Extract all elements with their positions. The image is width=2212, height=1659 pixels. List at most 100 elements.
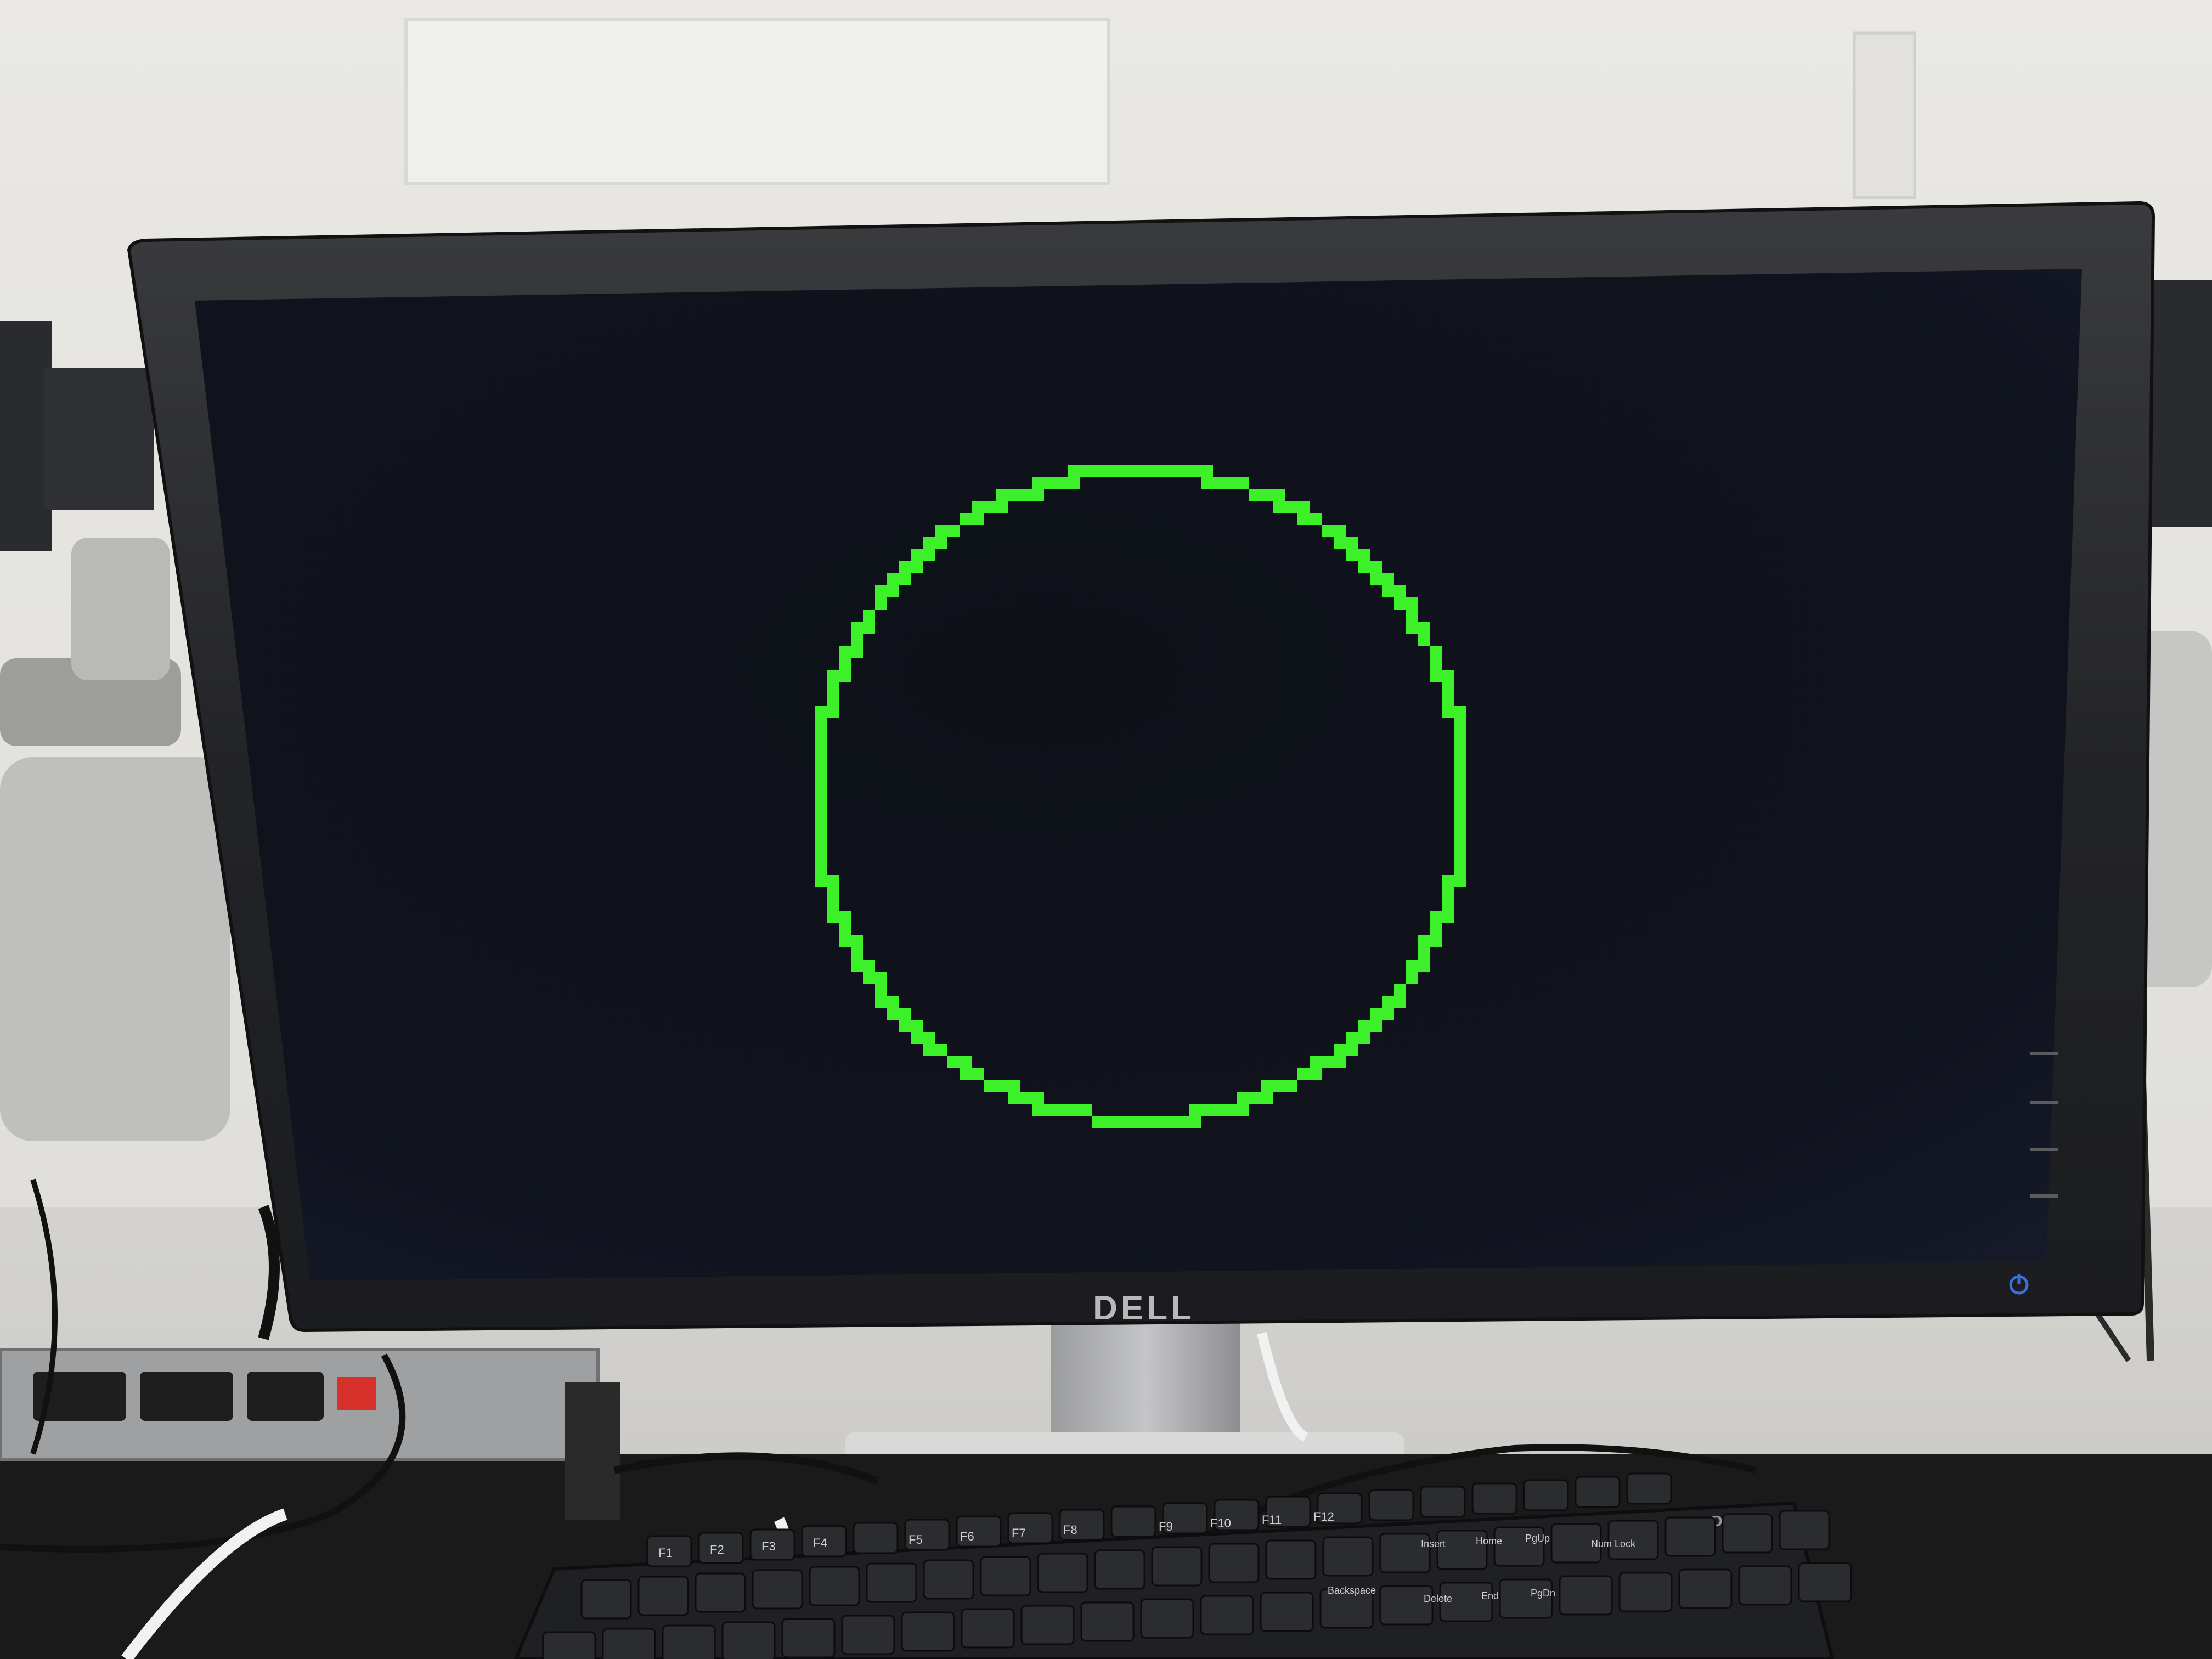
circle-pixel: [827, 706, 839, 718]
circle-pixel: [1068, 465, 1080, 477]
keyboard-key[interactable]: [1151, 1546, 1203, 1587]
keyboard-key[interactable]: [1322, 1536, 1374, 1577]
keyboard-key[interactable]: [980, 1556, 1031, 1596]
function-key-label: F9: [1159, 1520, 1173, 1533]
circle-pixel: [1394, 585, 1406, 597]
keyboard-key[interactable]: [1664, 1516, 1716, 1557]
keyboard-key[interactable]: [1618, 1572, 1673, 1612]
keyboard-key[interactable]: [1575, 1476, 1621, 1508]
circle-pixel: [1310, 1056, 1322, 1068]
keyboard-key[interactable]: [841, 1615, 895, 1655]
circle-pixel: [851, 646, 863, 658]
circle-pixel: [1116, 1116, 1128, 1128]
keyboard-key[interactable]: [1722, 1513, 1773, 1554]
circle-pixel: [1406, 972, 1418, 984]
keyboard-key[interactable]: [1265, 1539, 1317, 1580]
nav-key-label: Backspace: [1328, 1585, 1376, 1596]
circle-pixel: [815, 815, 827, 827]
keyboard-key[interactable]: [923, 1559, 974, 1600]
circle-pixel: [827, 694, 839, 706]
circle-pixel: [1273, 501, 1285, 513]
nav-key-label: PgDn: [1531, 1588, 1555, 1599]
circle-pixel: [935, 1044, 947, 1056]
keyboard-key[interactable]: [1471, 1482, 1517, 1515]
circle-pixel: [827, 911, 839, 923]
keyboard-key[interactable]: [1559, 1575, 1613, 1616]
keyboard-key[interactable]: [781, 1618, 836, 1658]
circle-pixel: [1406, 960, 1418, 972]
keyboard-key[interactable]: [1499, 1578, 1553, 1619]
circle-pixel: [1430, 911, 1442, 923]
circle-pixel: [1358, 561, 1370, 573]
keyboard-key[interactable]: [580, 1579, 632, 1620]
keyboard-key[interactable]: [1110, 1505, 1156, 1538]
keyboard-key[interactable]: [853, 1522, 899, 1554]
circle-pixel: [875, 585, 887, 597]
circle-pixel: [1394, 597, 1406, 610]
circle-pixel: [1128, 465, 1141, 477]
keyboard-key[interactable]: [1140, 1598, 1194, 1639]
circle-pixel: [815, 803, 827, 815]
circle-pixel: [1430, 658, 1442, 670]
circle-pixel: [1430, 670, 1442, 682]
circle-pixel: [1032, 1092, 1044, 1104]
keyboard-key[interactable]: [1626, 1472, 1672, 1505]
circle-pixel: [1382, 1008, 1394, 1020]
circle-pixel: [1310, 513, 1322, 525]
circle-pixel: [839, 658, 851, 670]
keyboard-key[interactable]: [1779, 1510, 1830, 1550]
keyboard-key[interactable]: [901, 1611, 955, 1652]
keyboard-key[interactable]: [1420, 1486, 1466, 1518]
circle-pixel: [923, 1044, 935, 1056]
keyboard-key[interactable]: [1200, 1595, 1254, 1635]
circle-pixel: [1346, 1032, 1358, 1044]
keyboard-key[interactable]: [1798, 1562, 1852, 1602]
keyboard-key[interactable]: [1678, 1568, 1733, 1609]
keyboard-key[interactable]: [1379, 1585, 1434, 1626]
circle-pixel: [960, 1056, 972, 1068]
keyboard-key[interactable]: [637, 1576, 689, 1616]
circle-pixel: [851, 634, 863, 646]
keyboard-key[interactable]: [1080, 1601, 1135, 1642]
keyboard-key[interactable]: [721, 1621, 776, 1659]
circle-pixel: [996, 489, 1008, 501]
circle-pixel: [1454, 827, 1466, 839]
circle-pixel: [839, 911, 851, 923]
circle-pixel: [1080, 465, 1092, 477]
circle-pixel: [875, 996, 887, 1008]
keyboard-key[interactable]: [1037, 1553, 1088, 1593]
keyboard-key[interactable]: [1738, 1565, 1792, 1606]
circle-pixel: [1454, 803, 1466, 815]
circle-pixel: [1430, 923, 1442, 935]
keyboard-key[interactable]: [602, 1628, 656, 1659]
keyboard-key[interactable]: [961, 1608, 1015, 1649]
circle-pixel: [815, 875, 827, 887]
keyboard-key[interactable]: [695, 1572, 746, 1613]
keyboard-key[interactable]: [662, 1624, 716, 1659]
keyboard-key[interactable]: [1208, 1543, 1260, 1583]
circle-pixel: [851, 935, 863, 947]
circle-pixel: [815, 730, 827, 742]
circle-pixel: [815, 778, 827, 791]
function-key-label: F6: [960, 1530, 974, 1543]
keyboard-key[interactable]: [1094, 1549, 1146, 1590]
keyboard-key[interactable]: [1523, 1479, 1569, 1511]
circle-pixel: [1454, 791, 1466, 803]
keyboard-key[interactable]: [809, 1566, 860, 1606]
keyboard-key[interactable]: [542, 1631, 596, 1659]
keyboard-key[interactable]: [752, 1569, 803, 1610]
circle-pixel: [972, 501, 984, 513]
circle-pixel: [839, 935, 851, 947]
circle-pixel: [887, 573, 899, 585]
circle-pixel: [1334, 1044, 1346, 1056]
circle-pixel: [1201, 1104, 1213, 1116]
power-switch[interactable]: [337, 1377, 376, 1410]
circle-pixel: [1418, 634, 1430, 646]
keyboard-key[interactable]: [1020, 1605, 1075, 1645]
keyboard-key[interactable]: [866, 1562, 917, 1603]
keyboard-key[interactable]: [1260, 1592, 1314, 1632]
keyboard-key[interactable]: [1368, 1489, 1414, 1521]
circle-pixel: [1213, 1104, 1225, 1116]
circle-pixel: [1249, 489, 1261, 501]
function-key-label: F10: [1210, 1516, 1231, 1530]
